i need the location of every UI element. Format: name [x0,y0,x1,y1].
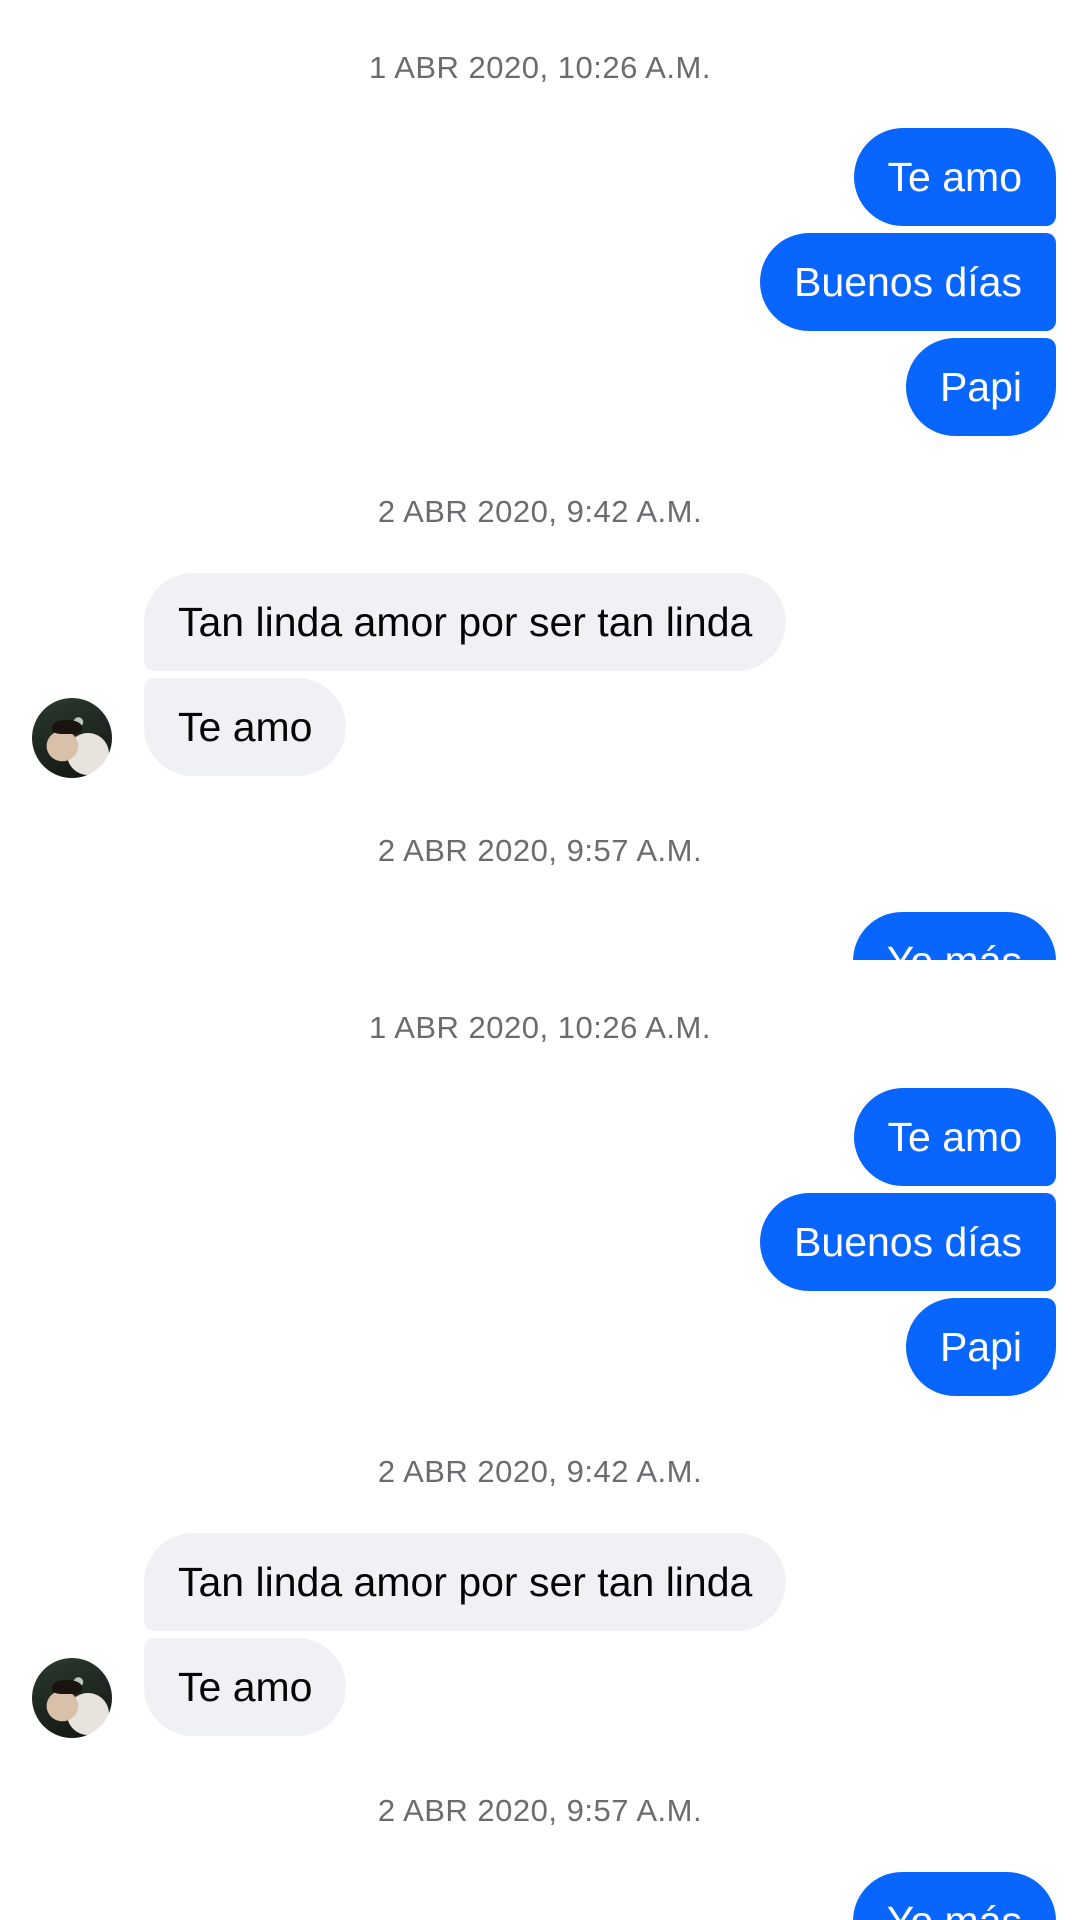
outgoing-message[interactable]: Yo más [852,1872,1056,1920]
incoming-message[interactable]: Tan linda amor por ser tan linda [144,573,787,671]
timestamp: 1 ABR 2020, 10:26 A.M. [369,50,711,85]
outgoing-message[interactable]: Buenos días [760,1193,1056,1291]
outgoing-message[interactable]: Yo más [852,912,1056,960]
avatar[interactable] [32,1658,112,1738]
incoming-message[interactable]: Te amo [144,1638,347,1736]
chat-screenshot-bottom: 1 ABR 2020, 10:26 A.M. Te amo Buenos día… [0,960,1080,1920]
outgoing-message[interactable]: Papi [905,338,1056,436]
timestamp: 2 ABR 2020, 9:42 A.M. [377,1454,703,1489]
timestamp: 2 ABR 2020, 9:57 A.M. [377,1793,703,1828]
timestamp: 1 ABR 2020, 10:26 A.M. [369,1010,711,1045]
chat-screenshot-top: 1 ABR 2020, 10:26 A.M. Te amo Buenos día… [0,0,1080,960]
timestamp: 2 ABR 2020, 9:57 A.M. [377,833,703,868]
incoming-message[interactable]: Te amo [144,678,347,776]
outgoing-message[interactable]: Buenos días [760,233,1056,331]
outgoing-message[interactable]: Te amo [853,1088,1056,1186]
avatar[interactable] [32,698,112,778]
outgoing-message[interactable]: Papi [905,1298,1056,1396]
outgoing-message[interactable]: Te amo [853,128,1056,226]
incoming-message[interactable]: Tan linda amor por ser tan linda [144,1533,787,1631]
timestamp: 2 ABR 2020, 9:42 A.M. [377,494,703,529]
